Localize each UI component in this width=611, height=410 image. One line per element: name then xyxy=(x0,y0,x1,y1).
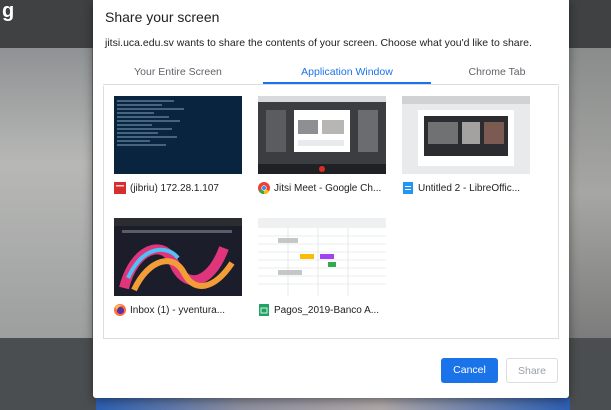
window-item-libreoffice[interactable]: Untitled 2 - LibreOffic... xyxy=(402,96,537,206)
libreoffice-writer-icon xyxy=(403,182,413,194)
window-label: Jitsi Meet - Google Ch... xyxy=(274,182,382,194)
terminal-icon xyxy=(114,182,126,194)
dialog-description: jitsi.uca.edu.sv wants to share the cont… xyxy=(105,37,532,49)
background-video-left xyxy=(0,48,92,338)
window-thumbnail xyxy=(258,96,386,174)
window-thumbnail xyxy=(114,96,242,174)
share-screen-dialog: Share your screen jitsi.uca.edu.sv wants… xyxy=(93,0,569,398)
share-button[interactable]: Share xyxy=(506,358,558,383)
window-item-jitsi-chrome[interactable]: Jitsi Meet - Google Ch... xyxy=(258,96,393,206)
window-item-spreadsheet[interactable]: Pagos_2019-Banco A... xyxy=(258,218,393,328)
window-label: (jibriu) 172.28.1.107 xyxy=(130,182,219,194)
window-label: Pagos_2019-Banco A... xyxy=(274,304,380,316)
tab-application-window[interactable]: Application Window xyxy=(263,60,431,84)
window-thumbnail xyxy=(258,218,386,296)
window-label: Inbox (1) - yventura... xyxy=(130,304,226,316)
window-grid: (jibriu) 172.28.1.107 Jitsi Meet - Googl… xyxy=(103,86,559,339)
background-filmstrip xyxy=(96,398,570,410)
window-item-firefox-inbox[interactable]: Inbox (1) - yventura... xyxy=(114,218,249,328)
window-label: Untitled 2 - LibreOffic... xyxy=(418,182,521,194)
window-item-terminal[interactable]: (jibriu) 172.28.1.107 xyxy=(114,96,249,206)
spreadsheet-icon xyxy=(259,304,269,316)
source-tabs: Your Entire Screen Application Window Ch… xyxy=(103,60,559,85)
firefox-icon xyxy=(114,304,126,316)
dialog-title: Share your screen xyxy=(105,9,220,25)
tab-chrome-tab[interactable]: Chrome Tab xyxy=(441,60,553,84)
tab-entire-screen[interactable]: Your Entire Screen xyxy=(103,60,253,84)
window-thumbnail xyxy=(402,96,530,174)
window-thumbnail xyxy=(114,218,242,296)
chrome-icon xyxy=(258,182,270,194)
background-video-right xyxy=(568,48,611,338)
app-logo: g xyxy=(2,0,15,22)
cancel-button[interactable]: Cancel xyxy=(441,358,498,383)
